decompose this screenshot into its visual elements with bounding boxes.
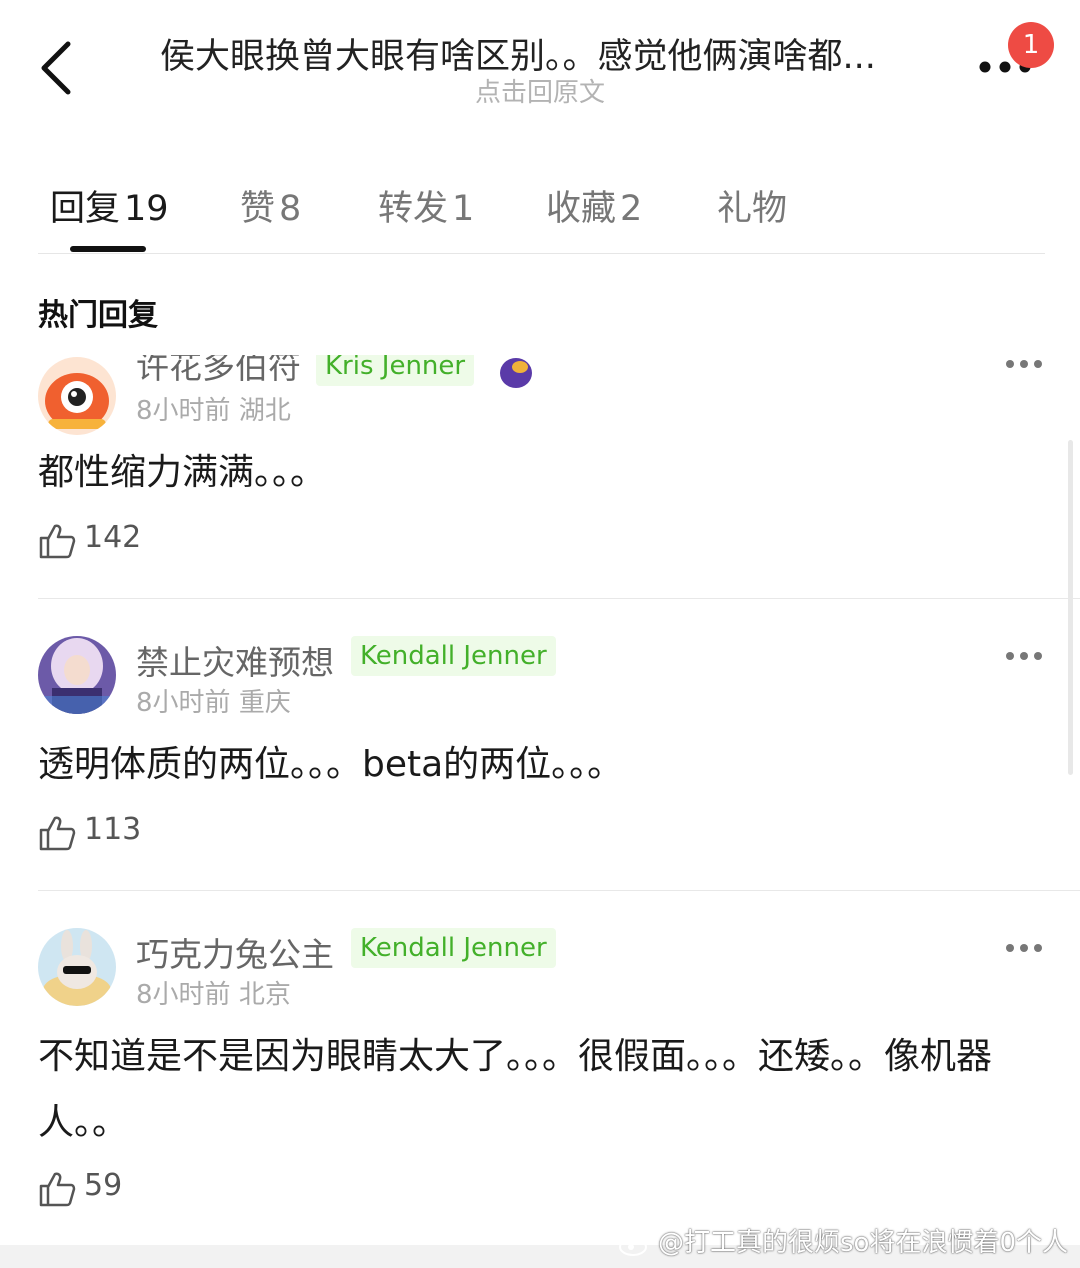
hot-replies-heading: 热门回复: [38, 298, 158, 333]
comment-divider: [38, 598, 1080, 599]
more-icon[interactable]: [1004, 650, 1044, 662]
username[interactable]: 许花多伯符: [136, 355, 301, 388]
more-icon[interactable]: [1004, 942, 1044, 954]
tab-replies[interactable]: 回复 19: [50, 180, 169, 231]
comment-text[interactable]: 透明体质的两位。。。beta的两位。。。: [38, 732, 1048, 798]
comment-meta: 8小时前 重庆: [136, 682, 291, 719]
comment-time: 8小时前: [136, 396, 231, 426]
tab-favorites[interactable]: 收藏 2: [546, 180, 642, 231]
comment-location: 湖北: [238, 396, 291, 426]
comment-location: 北京: [238, 980, 291, 1010]
tab-label: 赞: [240, 189, 276, 229]
like-count: 59: [84, 1168, 123, 1203]
comment-meta: 8小时前 北京: [136, 974, 291, 1011]
comment-text[interactable]: 不知道是不是因为眼睛太大了。。。很假面。。。还矮。。像机器人。。: [38, 1024, 1048, 1156]
notification-badge: 1: [1008, 22, 1054, 68]
tab-reposts[interactable]: 转发 1: [378, 180, 474, 231]
thumbs-up-icon: [39, 524, 76, 559]
like-count: 113: [84, 812, 142, 847]
fan-badge[interactable]: Kendall Jenner: [351, 928, 556, 968]
comment-list[interactable]: 许花多伯符 Kris Jenner 8小时前 湖北 都性缩力满满。。。 142: [0, 355, 1080, 1245]
tab-label: 礼物: [717, 189, 788, 229]
top-bar: 侯大眼换曾大眼有啥区别。。感觉他俩演啥都... 点击回原文 1: [0, 0, 1080, 120]
back-to-original-link[interactable]: 点击回原文: [0, 72, 1080, 109]
comment-location: 重庆: [238, 688, 291, 718]
fan-badge[interactable]: Kendall Jenner: [351, 636, 556, 676]
tab-label: 转发: [378, 189, 449, 229]
tab-label: 收藏: [546, 189, 617, 229]
comment-text[interactable]: 都性缩力满满。。。: [38, 440, 1048, 506]
comment-meta: 8小时前 湖北: [136, 390, 291, 427]
tab-count: 8: [279, 189, 302, 229]
tab-count: 2: [620, 189, 643, 229]
avatar[interactable]: [38, 636, 116, 714]
thumbs-up-icon: [39, 1172, 76, 1207]
avatar[interactable]: [38, 928, 116, 1006]
watermark-text: @打工真的很烦so将在浪惯着0个人: [658, 1228, 1068, 1258]
comment-divider: [38, 890, 1080, 891]
thumbs-up-icon: [39, 816, 76, 851]
tab-count: 1: [452, 189, 475, 229]
fan-badge[interactable]: Kris Jenner: [316, 355, 475, 386]
gift-badge-icon: [500, 358, 532, 388]
more-icon[interactable]: [1004, 358, 1044, 370]
tab-likes[interactable]: 赞8: [240, 180, 301, 231]
active-tab-indicator: [70, 246, 146, 252]
tab-bar: 回复 19 赞8 转发 1 收藏 2 礼物: [0, 170, 1080, 230]
like-count: 142: [84, 520, 142, 555]
comment-time: 8小时前: [136, 688, 231, 718]
username[interactable]: 禁止灾难预想: [136, 636, 334, 684]
comment-time: 8小时前: [136, 980, 231, 1010]
tab-gifts[interactable]: 礼物: [717, 180, 787, 231]
watermark: @打工真的很烦so将在浪惯着0个人: [618, 1222, 1068, 1259]
avatar[interactable]: [38, 357, 116, 435]
tab-count: 19: [124, 189, 169, 229]
tab-label: 回复: [50, 189, 121, 229]
tabs-divider: [38, 253, 1045, 254]
username[interactable]: 巧克力兔公主: [136, 928, 334, 976]
weibo-logo-icon: [619, 1233, 651, 1256]
scrollbar[interactable]: [1068, 440, 1073, 775]
